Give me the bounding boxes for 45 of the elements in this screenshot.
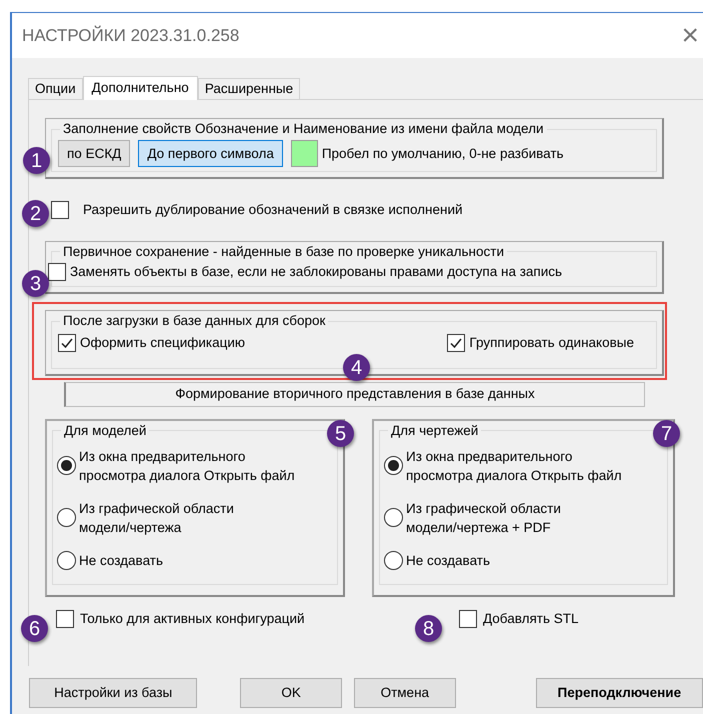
naming-button[interactable]: по ЕСКД xyxy=(58,140,130,168)
radio-button[interactable] xyxy=(384,508,403,528)
radio-button[interactable] xyxy=(57,508,76,528)
separator-field[interactable] xyxy=(290,140,318,168)
radio-label: Не создавать xyxy=(406,552,490,570)
radio-button[interactable] xyxy=(384,550,403,570)
radio-button[interactable] xyxy=(57,456,76,476)
checkbox[interactable] xyxy=(48,262,66,281)
checkbox-label: Только для активных конфигураций xyxy=(80,610,305,628)
check-icon xyxy=(449,336,464,350)
tab[interactable]: Дополнительно xyxy=(82,76,198,100)
checkbox[interactable] xyxy=(56,610,74,628)
radio-label: Из графической области модели/чертежа + PDF xyxy=(406,500,562,537)
window-title: НАСТРОЙКИ 2023.31.0.258 xyxy=(22,24,240,47)
group-title: Первичное сохранение - найденные в базе по проверке уникальности xyxy=(62,242,505,261)
checkbox[interactable] xyxy=(459,610,477,628)
checkbox[interactable] xyxy=(447,334,466,352)
group-title: Для чертежей xyxy=(390,422,480,440)
checkbox-label: Группировать одинаковые xyxy=(469,334,634,352)
radio-label: Из графической области модели/чертежа xyxy=(79,500,235,537)
checkbox[interactable] xyxy=(58,334,76,352)
radio-label: Из окна предварительного просмотра диалога Открыть файл xyxy=(406,448,623,485)
checkbox-label: Заменять объекты в базе, если не заблокированы правами доступа на запись xyxy=(70,262,562,281)
radio-label: Не создавать xyxy=(79,552,163,570)
checkbox[interactable] xyxy=(51,201,69,220)
section-header: Формирование вторичного представления в базе данных xyxy=(64,382,645,406)
tab[interactable]: Расширенные xyxy=(198,78,300,99)
tab[interactable]: Опции xyxy=(28,78,83,99)
check-icon xyxy=(60,336,74,350)
group-title: Для моделей xyxy=(63,422,148,440)
dialog-button[interactable]: Настройки из базы xyxy=(29,678,198,708)
radio-label: Из окна предварительного просмотра диалога Открыть файл xyxy=(79,448,296,485)
group-title: После загрузки в базе данных для сборок xyxy=(62,312,326,330)
hint-text: Пробел по умолчанию, 0-не разбивать xyxy=(322,144,564,163)
dialog-button[interactable]: Отмена xyxy=(354,678,456,708)
checkbox-label: Оформить спецификацию xyxy=(80,334,246,352)
radio-button[interactable] xyxy=(384,456,403,476)
dialog-button[interactable]: OK xyxy=(240,678,342,708)
checkbox-label: Разрешить дублирование обозначений в связке исполнений xyxy=(83,201,463,220)
checkbox-label: Добавлять STL xyxy=(483,610,579,628)
naming-button[interactable]: До первого символа xyxy=(138,140,283,168)
group-title: Заполнение свойств Обозначение и Наименование из имени файла модели xyxy=(62,120,545,138)
dialog-button[interactable]: Переподключение xyxy=(536,678,703,708)
close-button[interactable]: × xyxy=(681,20,699,50)
radio-button[interactable] xyxy=(57,550,76,570)
